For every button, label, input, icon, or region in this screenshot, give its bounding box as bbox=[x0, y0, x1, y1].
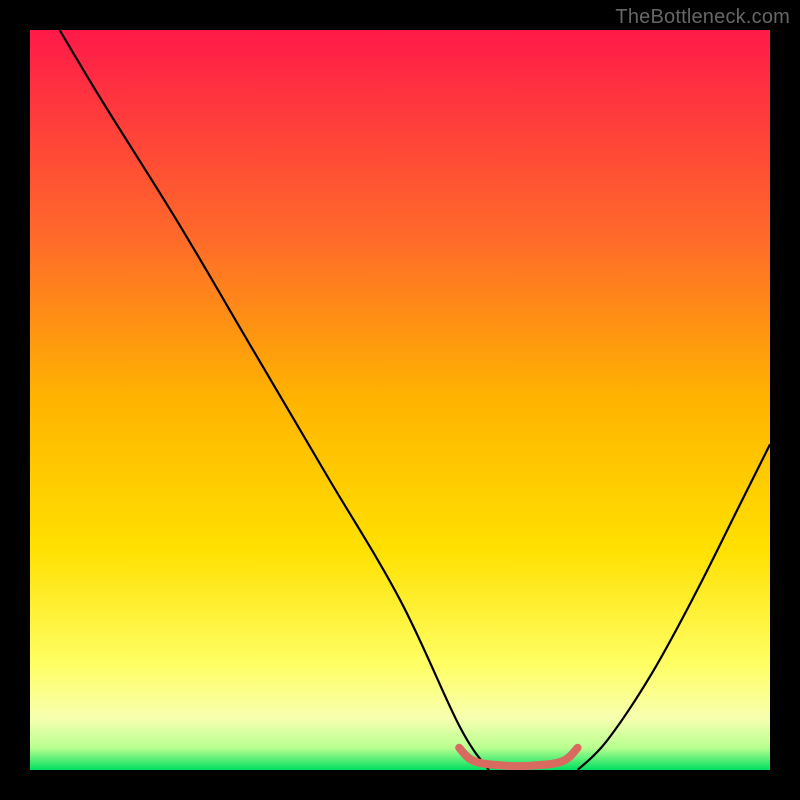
plot-area bbox=[30, 30, 770, 770]
chart-stage: TheBottleneck.com bbox=[0, 0, 800, 800]
chart-svg bbox=[30, 30, 770, 770]
watermark-text: TheBottleneck.com bbox=[615, 6, 790, 29]
